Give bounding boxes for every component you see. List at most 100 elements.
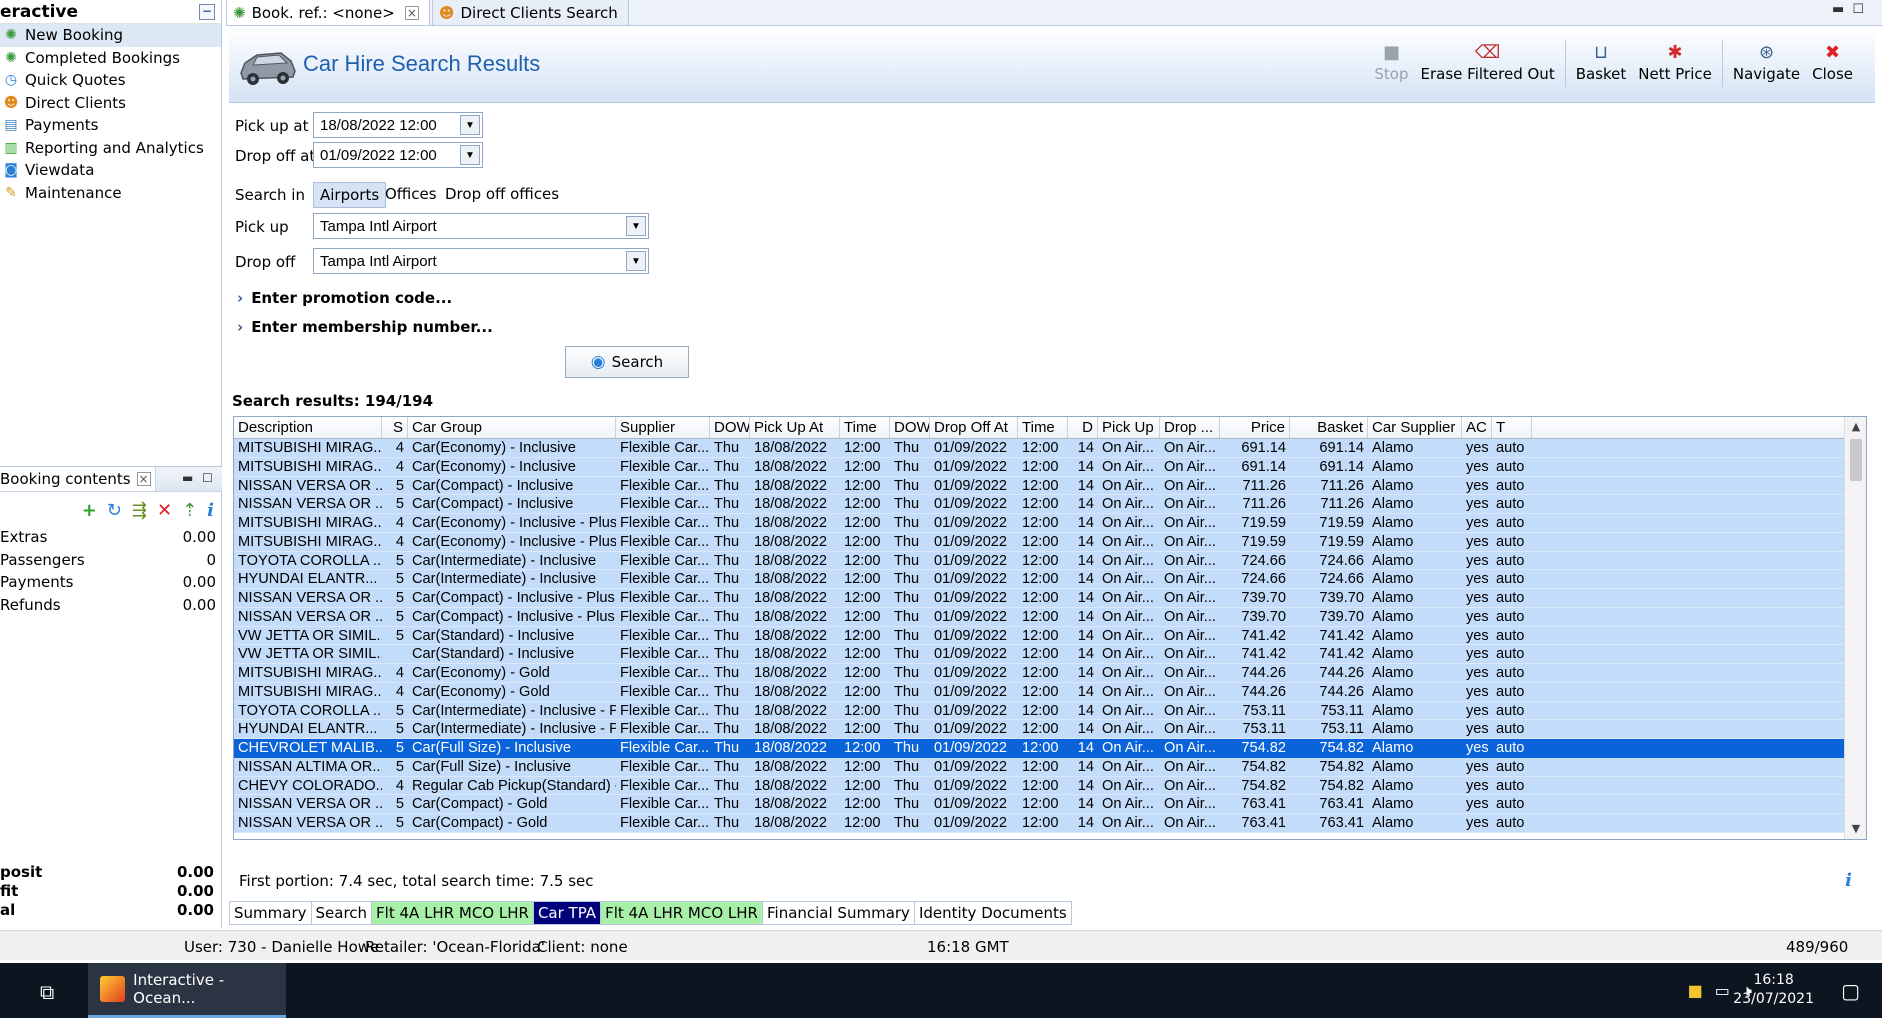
notification-icon[interactable]: ▢ [1841, 979, 1860, 1003]
table-row[interactable]: HYUNDAI ELANTR... 5 Car(Intermediate) - In… [234, 570, 1866, 589]
maximize-icon[interactable]: ☐ [202, 471, 213, 485]
taskbar-clock[interactable]: 16:18 23/07/2021 [1733, 971, 1814, 1009]
table-row[interactable]: VW JETTA OR SIMIL... 5 Car(Standard) - Inc… [234, 626, 1866, 646]
navigate-button[interactable]: ⊛ Navigate [1727, 41, 1806, 83]
column-header[interactable]: Drop Off At [930, 417, 1018, 438]
document-tab[interactable]: ☻ Direct Clients Search [431, 0, 629, 25]
table-row[interactable]: HYUNDAI ELANTR... 5 Car(Intermediate) - In… [234, 720, 1866, 739]
nav-item-completed-bookings[interactable]: ✺ Completed Bookings [0, 47, 221, 70]
nav-item-new-booking[interactable]: ✺ New Booking [0, 24, 221, 47]
pickup-location-select[interactable]: Tampa Intl Airport ▼ [313, 213, 649, 239]
table-row[interactable]: NISSAN VERSA OR ... 5 Car(Compact) - Gold F… [234, 814, 1866, 833]
table-row[interactable]: MITSUBISHI MIRAG... 4 Car(Economy) - Inclu… [234, 514, 1866, 533]
chevron-down-icon[interactable]: ▼ [626, 251, 646, 271]
scroll-down-icon[interactable]: ▼ [1845, 819, 1866, 839]
document-tab[interactable]: ✺ Book. ref.: <none> × [226, 0, 430, 25]
taskbar-app-button[interactable]: Interactive - Ocean... [88, 963, 286, 1018]
windows-flag-icon[interactable]: ■ [1688, 981, 1703, 1001]
nav-item-payments[interactable]: ▤ Payments [0, 114, 221, 137]
column-header[interactable]: Pick Up [1098, 417, 1160, 438]
scroll-up-icon[interactable]: ▲ [1845, 417, 1866, 437]
dropoff-at-field[interactable]: 01/09/2022 12:00 ▼ [313, 142, 483, 168]
column-header[interactable]: Description [234, 417, 382, 438]
table-row[interactable]: CHEVY COLORADO... 4 Regular Cab Pickup(Sta… [234, 776, 1866, 796]
palm-tree-icon[interactable]: ⇡ [182, 500, 197, 521]
membership-number-expander[interactable]: Enter membership number... [237, 318, 493, 336]
minimize-icon[interactable]: ▬ [182, 471, 193, 485]
maximize-icon[interactable]: ☐ [1852, 2, 1872, 17]
chevron-down-icon[interactable]: ▼ [460, 145, 480, 165]
column-header[interactable]: D [1068, 417, 1098, 438]
column-header[interactable]: T [1492, 417, 1532, 438]
column-header[interactable]: Time [1018, 417, 1068, 438]
column-header[interactable]: AC [1462, 417, 1492, 438]
split-icon[interactable]: ⇶ [132, 500, 147, 521]
refresh-icon[interactable]: ↻ [107, 500, 122, 521]
table-row[interactable]: NISSAN VERSA OR ... 5 Car(Compact) - Inclu… [234, 607, 1866, 627]
column-header[interactable]: S [382, 417, 408, 438]
table-row[interactable]: NISSAN VERSA OR ... 5 Car(Compact) - Gold F… [234, 795, 1866, 814]
tab-summary[interactable]: Summary [229, 901, 312, 925]
column-header[interactable]: Supplier [616, 417, 710, 438]
close-button[interactable]: ✖ Close [1806, 41, 1859, 83]
erase-filtered-out-button[interactable]: ⌫ Erase Filtered Out [1415, 41, 1561, 83]
stop-button[interactable]: ■ Stop [1368, 41, 1414, 83]
chevron-down-icon[interactable]: ▼ [460, 115, 480, 135]
chevron-down-icon[interactable]: ▼ [626, 216, 646, 236]
column-header[interactable]: Drop ... [1160, 417, 1220, 438]
column-header[interactable]: Price [1220, 417, 1290, 438]
basket-button[interactable]: ⊔ Basket [1570, 41, 1633, 83]
tab-car-tpa[interactable]: Car TPA [533, 901, 602, 925]
vertical-scrollbar[interactable]: ▲ ▼ [1844, 417, 1866, 839]
table-row[interactable]: NISSAN VERSA OR ... 5 Car(Compact) - Inclu… [234, 589, 1866, 608]
pickup-at-field[interactable]: 18/08/2022 12:00 ▼ [313, 112, 483, 138]
nav-item-viewdata[interactable]: ◙ Viewdata [0, 159, 221, 182]
table-row[interactable]: NISSAN ALTIMA OR... 5 Car(Full Size) - Inc… [234, 757, 1866, 777]
column-header[interactable]: DOW [890, 417, 930, 438]
info-icon[interactable]: i [1845, 870, 1852, 891]
info-icon[interactable]: i [207, 500, 214, 521]
tab-search[interactable]: Search [311, 901, 373, 925]
column-header[interactable]: Car Group [408, 417, 616, 438]
search-in-airports[interactable]: Airports [313, 182, 387, 208]
booking-contents-tab[interactable]: Booking contents × [0, 467, 156, 491]
close-icon[interactable]: × [404, 5, 419, 20]
tab-identity-documents[interactable]: Identity Documents [914, 901, 1072, 925]
search-in-offices[interactable]: Offices [379, 182, 443, 206]
tab-financial-summary[interactable]: Financial Summary [762, 901, 915, 925]
nett-price-button[interactable]: ✱ Nett Price [1632, 41, 1718, 83]
table-row[interactable]: MITSUBISHI MIRAG... 4 Car(Economy) - Inclu… [234, 439, 1866, 458]
task-view-icon[interactable]: ⧉ [40, 980, 54, 1004]
table-row[interactable]: TOYOTA COROLLA ... 5 Car(Intermediate) - I… [234, 701, 1866, 721]
column-header[interactable]: Car Supplier [1368, 417, 1462, 438]
column-header[interactable]: Pick Up At [750, 417, 840, 438]
close-icon[interactable]: × [136, 472, 151, 486]
table-row[interactable]: CHEVROLET MALIB... 5 Car(Full Size) - Incl… [234, 739, 1866, 758]
search-in-dropoff-offices[interactable]: Drop off offices [439, 182, 565, 206]
table-row[interactable]: NISSAN VERSA OR ... 5 Car(Compact) - Inclu… [234, 476, 1866, 496]
nav-item-reporting-and-analytics[interactable]: ▥ Reporting and Analytics [0, 137, 221, 160]
table-row[interactable]: MITSUBISHI MIRAG... 4 Car(Economy) - Gold F… [234, 664, 1866, 683]
table-row[interactable]: MITSUBISHI MIRAG... 4 Car(Economy) - Inclu… [234, 532, 1866, 552]
minimize-icon[interactable]: ▬ [1832, 2, 1852, 17]
column-header[interactable]: Time [840, 417, 890, 438]
nav-item-quick-quotes[interactable]: ◷ Quick Quotes [0, 69, 221, 92]
nav-item-maintenance[interactable]: ✎ Maintenance [0, 182, 221, 205]
dropoff-location-select[interactable]: Tampa Intl Airport ▼ [313, 248, 649, 274]
add-icon[interactable]: + [82, 500, 97, 521]
table-row[interactable]: TOYOTA COROLLA ... 5 Car(Intermediate) - I… [234, 551, 1866, 571]
table-row[interactable]: NISSAN VERSA OR ... 5 Car(Compact) - Inclu… [234, 495, 1866, 514]
collapse-icon[interactable]: − [199, 4, 215, 20]
tab-flt-4a-lhr-mco-lhr[interactable]: Flt 4A LHR MCO LHR [601, 901, 763, 925]
scroll-thumb[interactable] [1850, 439, 1862, 481]
nav-item-direct-clients[interactable]: ☻ Direct Clients [0, 92, 221, 115]
column-header[interactable]: DOW [710, 417, 750, 438]
table-row[interactable]: VW JETTA OR SIMIL... Car(Standard) - Incl… [234, 645, 1866, 664]
network-icon[interactable]: ▭ [1715, 981, 1730, 1001]
search-button[interactable]: ◉ Search [565, 346, 689, 378]
delete-icon[interactable]: ✕ [157, 500, 172, 521]
promotion-code-expander[interactable]: Enter promotion code... [237, 289, 452, 307]
tab-flt-4a-lhr-mco-lhr[interactable]: Flt 4A LHR MCO LHR [372, 901, 534, 925]
table-row[interactable]: MITSUBISHI MIRAG... 4 Car(Economy) - Inclu… [234, 457, 1866, 477]
table-row[interactable]: MITSUBISHI MIRAG... 4 Car(Economy) - Gold F… [234, 682, 1866, 702]
